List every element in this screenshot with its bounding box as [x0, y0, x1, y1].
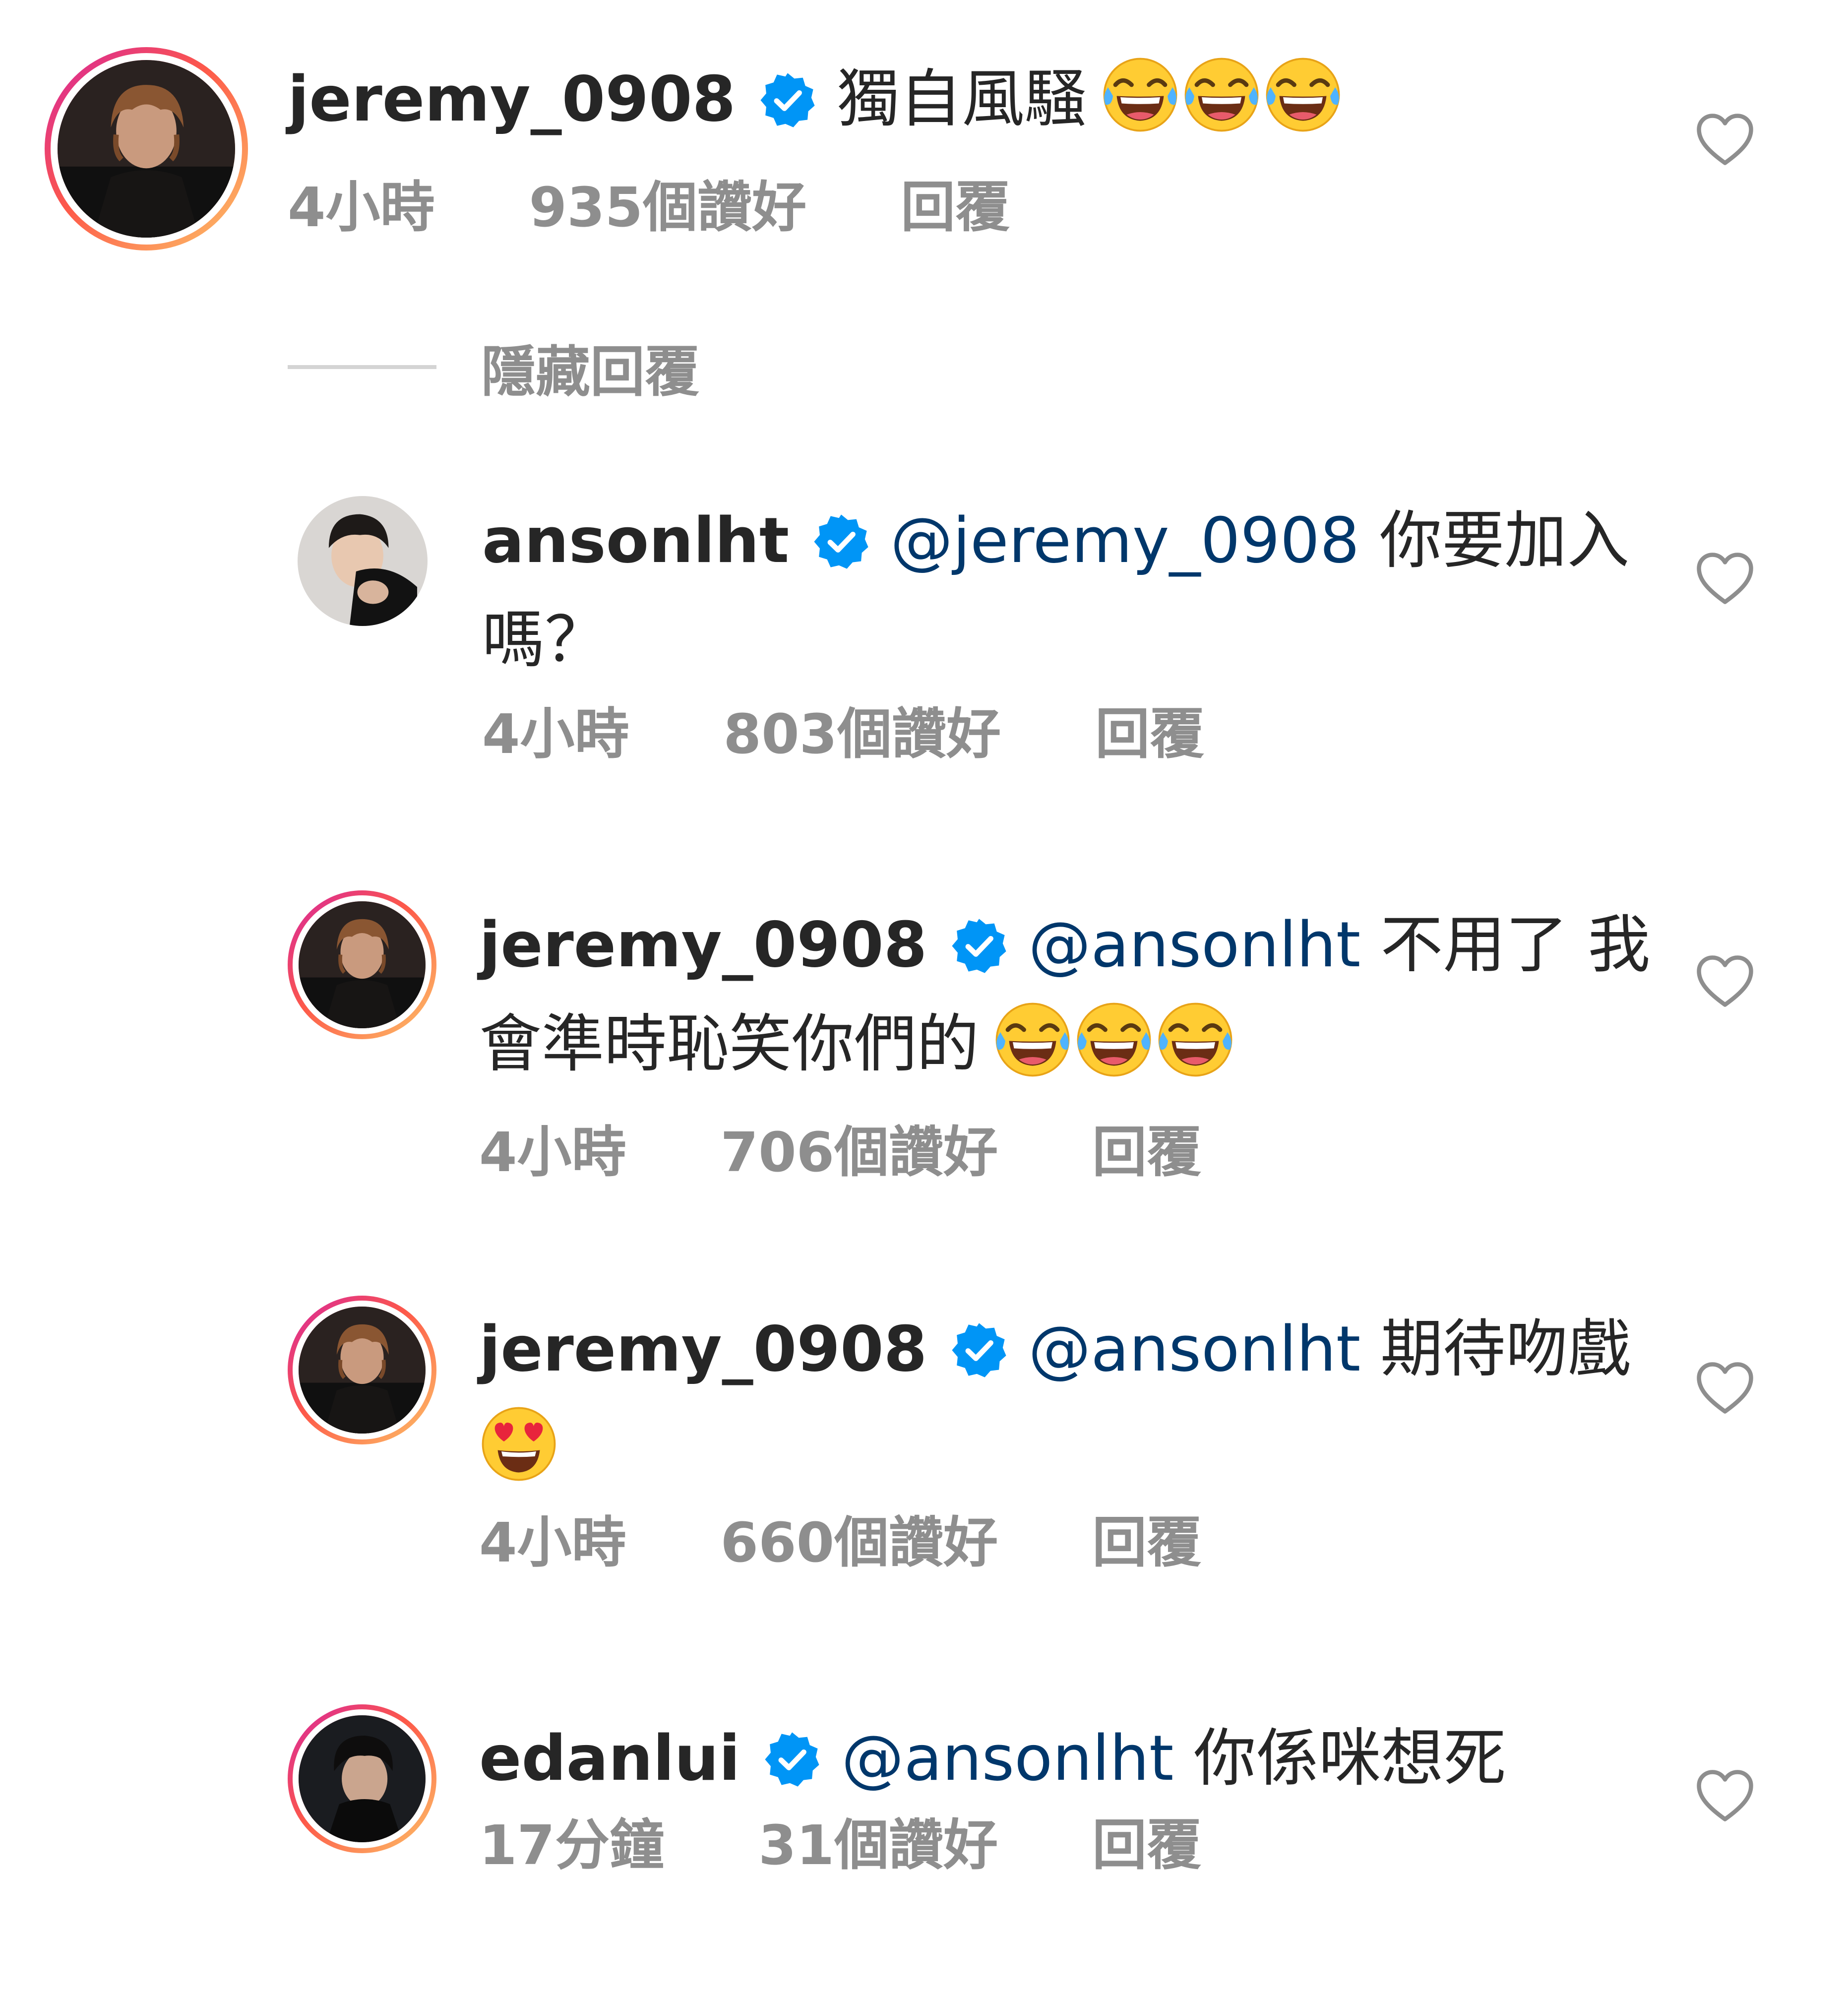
- avatar-photo: [298, 496, 428, 626]
- avatar[interactable]: [288, 1704, 436, 1853]
- laughing-emoji-icon: [1263, 55, 1343, 134]
- verified-badge-icon: [763, 1730, 821, 1789]
- comment-meta: 17分鐘 31個讚好 回覆: [479, 1808, 1506, 1882]
- comment-text-continued: 嗎？: [482, 603, 607, 676]
- comment-text-line: jeremy_0908 獨自風騷: [288, 50, 1345, 163]
- laughing-emoji-icon: [993, 1000, 1072, 1079]
- comment-time: 4小時: [479, 1121, 626, 1184]
- like-count[interactable]: 660個讚好: [721, 1505, 998, 1580]
- reply-button[interactable]: 回覆: [901, 170, 1010, 245]
- comment-text-line: 會準時恥笑你們的: [479, 995, 1650, 1108]
- heart-outline-icon[interactable]: [1695, 551, 1755, 606]
- comment-text-line: ansonlht @jeremy_0908 你要加入: [482, 491, 1629, 590]
- username[interactable]: jeremy_0908: [288, 62, 736, 135]
- verified-badge-icon: [812, 512, 870, 571]
- heart-eyes-emoji-icon: [479, 1404, 558, 1484]
- comment-text: 你要加入: [1379, 504, 1630, 577]
- comment-body: jeremy_0908 獨自風騷 4小時 935個讚好 回覆: [288, 50, 1345, 245]
- mention-link[interactable]: @jeremy_0908: [890, 504, 1359, 577]
- comment-text-line: [479, 1399, 1630, 1498]
- comment-time: 4小時: [288, 176, 435, 239]
- laughing-emoji-icon: [1101, 55, 1180, 134]
- emoji-group: [1101, 55, 1345, 163]
- like-count[interactable]: 31個讚好: [758, 1808, 998, 1882]
- heart-outline-icon[interactable]: [1695, 954, 1755, 1008]
- reply-button[interactable]: 回覆: [1092, 1115, 1201, 1189]
- laughing-emoji-icon: [1074, 1000, 1154, 1079]
- mention-link[interactable]: @ansonlht: [1028, 908, 1360, 981]
- mention-link[interactable]: @ansonlht: [1028, 1312, 1360, 1385]
- comment-text: 不用了 我: [1380, 908, 1651, 981]
- profile-photo-icon: [58, 60, 235, 238]
- comment-text-line: jeremy_0908 @ansonlht 不用了 我: [479, 895, 1650, 995]
- avatar-photo: [293, 1709, 431, 1848]
- verified-badge-icon: [950, 917, 1008, 975]
- profile-photo-icon: [299, 901, 426, 1028]
- comment-meta: 4小時 803個讚好 回覆: [482, 697, 1629, 771]
- reply-button[interactable]: 回覆: [1095, 697, 1204, 771]
- comment-body: jeremy_0908 @ansonlht 不用了 我 會準時恥笑你們的 4小時 7…: [479, 895, 1650, 1189]
- comment-text: 獨自風騷: [837, 62, 1087, 135]
- heart-outline-icon[interactable]: [1695, 1361, 1755, 1415]
- heart-outline-icon[interactable]: [1695, 112, 1755, 167]
- comment-text-line: 嗎？: [482, 590, 1629, 689]
- like-count[interactable]: 935個讚好: [529, 170, 807, 245]
- like-count[interactable]: 803個讚好: [724, 697, 1001, 771]
- comment-body: ansonlht @jeremy_0908 你要加入 嗎？ 4小時 803個讚好 回覆: [482, 491, 1629, 771]
- comment-text: 你係咪想死: [1193, 1722, 1506, 1795]
- profile-photo-icon: [299, 1307, 426, 1434]
- comment-time: 4小時: [479, 1511, 626, 1574]
- hide-replies-button[interactable]: 隱藏回覆: [288, 330, 699, 404]
- comment-time: 17分鐘: [479, 1813, 665, 1877]
- comment-meta: 4小時 935個讚好 回覆: [288, 170, 1345, 245]
- laughing-emoji-icon: [1182, 55, 1261, 134]
- username[interactable]: ansonlht: [482, 504, 789, 577]
- comment-body: edanlui @ansonlht 你係咪想死 17分鐘 31個讚好 回覆: [479, 1709, 1506, 1882]
- comment-text-line: jeremy_0908 @ansonlht 期待吻戲: [479, 1300, 1630, 1399]
- comment-time: 4小時: [482, 702, 629, 766]
- avatar-photo: [293, 1301, 431, 1439]
- heart-outline-icon[interactable]: [1695, 1768, 1755, 1823]
- reply-button[interactable]: 回覆: [1092, 1505, 1201, 1580]
- profile-photo-icon: [299, 1715, 426, 1842]
- verified-badge-icon: [758, 71, 817, 129]
- like-count[interactable]: 706個讚好: [721, 1115, 998, 1189]
- hide-replies-label: 隱藏回覆: [481, 340, 699, 404]
- comment-text: 期待吻戲: [1380, 1312, 1631, 1385]
- avatar[interactable]: [298, 496, 428, 626]
- avatar[interactable]: [288, 1296, 436, 1444]
- comment-meta: 4小時 660個讚好 回覆: [479, 1505, 1630, 1580]
- verified-badge-icon: [950, 1321, 1008, 1379]
- username[interactable]: jeremy_0908: [479, 908, 927, 981]
- laughing-emoji-icon: [1156, 1000, 1235, 1079]
- emoji-group: [993, 1000, 1237, 1108]
- mention-link[interactable]: @ansonlht: [841, 1722, 1173, 1795]
- username[interactable]: jeremy_0908: [479, 1312, 927, 1385]
- comment-body: jeremy_0908 @ansonlht 期待吻戲 4小時 660個讚好 回覆: [479, 1300, 1630, 1580]
- username[interactable]: edanlui: [479, 1722, 740, 1795]
- avatar-photo: [293, 895, 431, 1034]
- avatar-photo: [51, 53, 242, 245]
- profile-photo-icon: [298, 496, 428, 626]
- comment-meta: 4小時 706個讚好 回覆: [479, 1115, 1650, 1189]
- comment-text-line: edanlui @ansonlht 你係咪想死: [479, 1709, 1506, 1808]
- divider: [288, 365, 436, 369]
- reply-button[interactable]: 回覆: [1092, 1808, 1201, 1882]
- comment-text-continued: 會準時恥笑你們的: [479, 1007, 979, 1080]
- avatar[interactable]: [45, 47, 248, 250]
- avatar[interactable]: [288, 890, 436, 1039]
